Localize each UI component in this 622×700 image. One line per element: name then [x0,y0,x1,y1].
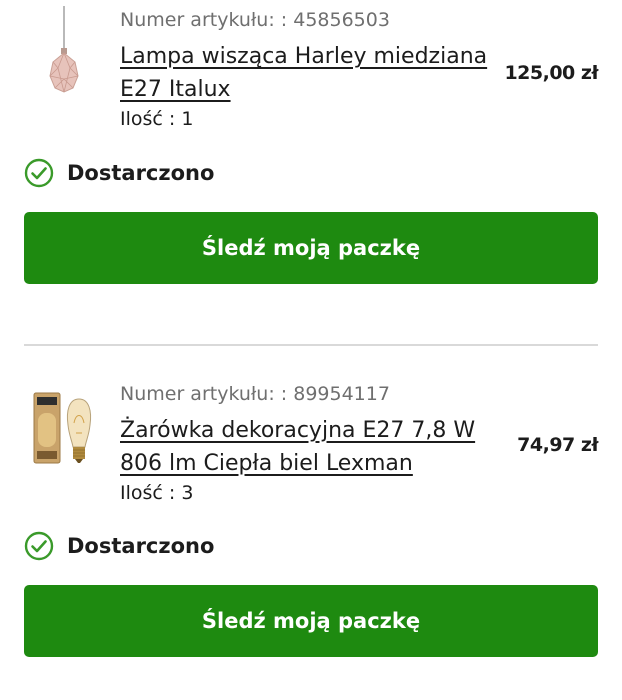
article-number: Numer artykułu: : 45856503 [120,9,390,31]
price: 125,00 zł [504,62,598,84]
light-bulb-icon [33,392,92,464]
order-item-lamp: Numer artykułu: : 45856503 Lampa wisząca… [0,0,622,300]
divider [24,344,598,346]
pendant-lamp-icon [49,6,79,93]
article-number: Numer artykułu: : 89954117 [120,383,390,405]
delivery-status: Dostarczono [24,158,214,188]
product-name-link[interactable]: Żarówka dekoracyjna E27 7,8 W 806 lm Cie… [120,414,520,480]
pendant-lamp-image[interactable] [24,6,100,96]
light-bulb-image[interactable] [24,383,100,473]
check-circle-icon [24,158,54,188]
quantity: Ilość : 1 [120,108,194,130]
check-circle-icon [24,531,54,561]
track-package-button[interactable]: Śledź moją paczkę [24,212,598,284]
status-label: Dostarczono [67,534,215,558]
status-label: Dostarczono [67,161,215,185]
delivery-status: Dostarczono [24,531,214,561]
order-item-bulb: Numer artykułu: : 89954117 Żarówka dekor… [0,373,622,673]
product-name-link[interactable]: Lampa wisząca Harley miedziana E27 Italu… [120,40,500,106]
quantity: Ilość : 3 [120,482,194,504]
track-package-button[interactable]: Śledź moją paczkę [24,585,598,657]
price: 74,97 zł [517,434,598,456]
